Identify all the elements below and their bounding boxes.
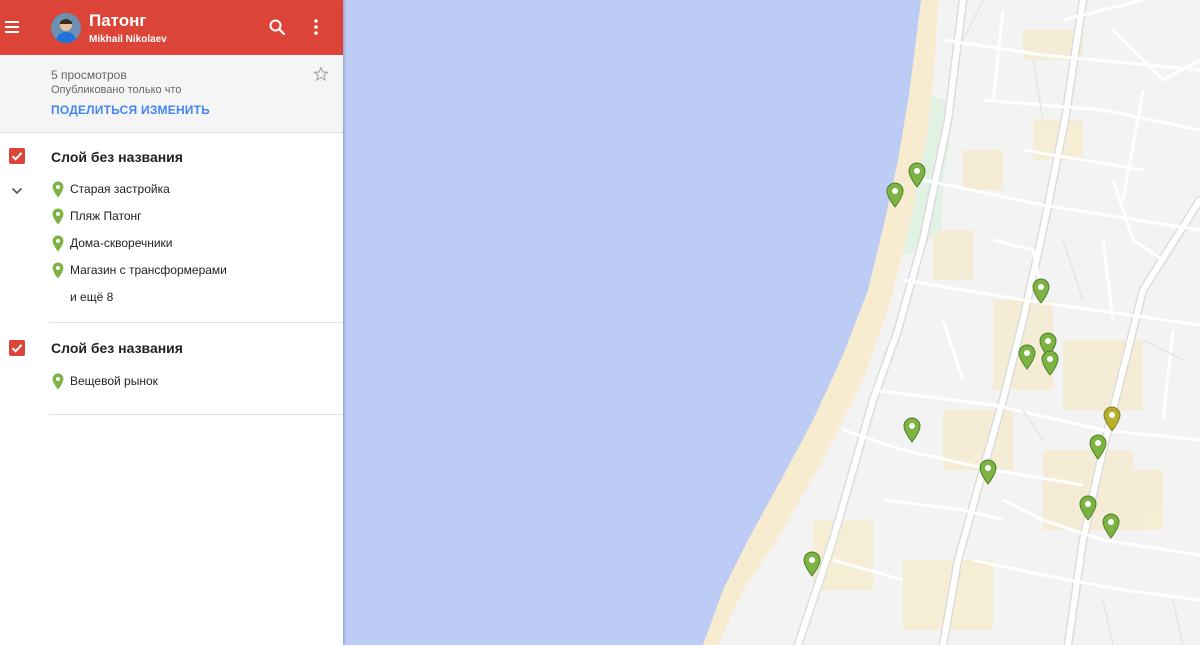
hamburger-menu-icon — [5, 21, 19, 33]
layer-1-checkbox[interactable] — [9, 148, 25, 164]
avatar[interactable] — [51, 13, 81, 43]
star-button[interactable] — [313, 66, 329, 82]
map-pin-icon — [52, 235, 64, 251]
more-vert-icon — [314, 19, 318, 35]
checkbox-checked-icon — [11, 152, 23, 161]
map-info: 5 просмотров Опубликовано только что ПОД… — [0, 55, 343, 133]
publish-status: Опубликовано только что — [51, 84, 182, 96]
map-pin-icon — [979, 459, 997, 485]
map-pin-icon — [1102, 513, 1120, 539]
map-pin-icon — [52, 181, 64, 197]
map-pin-icon — [803, 551, 821, 577]
checkbox-checked-icon — [11, 344, 23, 353]
map-pin-marker[interactable] — [908, 162, 926, 188]
map-pin-icon — [1103, 406, 1121, 432]
user-avatar-icon — [51, 13, 81, 43]
chevron-down-icon — [11, 187, 23, 195]
more-features-link[interactable]: и ещё 8 — [70, 290, 113, 304]
map-pin-marker[interactable] — [1018, 344, 1036, 370]
map-pin-icon — [886, 182, 904, 208]
view-count: 5 просмотров — [51, 68, 127, 82]
feature-label: Дома-скворечники — [70, 236, 173, 250]
star-outline-icon — [313, 66, 329, 82]
layer-2-feature-item[interactable]: Вещевой рынок — [52, 372, 158, 390]
layer-2-checkbox[interactable] — [9, 340, 25, 356]
layer-1-collapse-button[interactable] — [11, 184, 23, 196]
map-pin-marker[interactable] — [1102, 513, 1120, 539]
map-pin-marker[interactable] — [1089, 434, 1107, 460]
search-icon — [269, 19, 286, 36]
feature-label: Пляж Патонг — [70, 209, 142, 223]
map-pin-marker[interactable] — [979, 459, 997, 485]
edit-button[interactable]: ИЗМЕНИТЬ — [141, 103, 210, 117]
map-pin-icon — [903, 417, 921, 443]
layer-divider — [49, 414, 343, 415]
map-pin-icon — [1041, 350, 1059, 376]
map-pin-icon — [1018, 344, 1036, 370]
map-pin-marker[interactable] — [903, 417, 921, 443]
map-pin-icon — [1089, 434, 1107, 460]
map-pin-icon — [908, 162, 926, 188]
map-pin-icon — [1032, 278, 1050, 304]
map-pin-marker[interactable] — [803, 551, 821, 577]
map-pin-icon — [52, 208, 64, 224]
share-button[interactable]: ПОДЕЛИТЬСЯ — [51, 103, 137, 117]
map-pin-icon — [52, 373, 64, 389]
feature-label: Вещевой рынок — [70, 374, 158, 388]
search-button[interactable] — [266, 16, 288, 38]
map-pin-marker[interactable] — [1032, 278, 1050, 304]
panel-header: Патонг Mikhail Nikolaev — [0, 0, 343, 55]
more-options-button[interactable] — [306, 16, 326, 38]
menu-button[interactable] — [0, 14, 24, 40]
layer-2-title[interactable]: Слой без названия — [51, 340, 183, 356]
map-basemap — [343, 0, 1200, 645]
layer-1-title[interactable]: Слой без названия — [51, 149, 183, 165]
feature-label: Старая застройка — [70, 182, 170, 196]
layer-1-feature-item[interactable]: Дома-скворечники — [52, 234, 173, 252]
map-canvas[interactable] — [343, 0, 1200, 645]
map-pin-marker[interactable] — [1079, 495, 1097, 521]
layer-1-feature-item[interactable]: Пляж Патонг — [52, 207, 142, 225]
map-pin-marker[interactable] — [886, 182, 904, 208]
map-pin-marker[interactable] — [1041, 350, 1059, 376]
map-pin-icon — [52, 262, 64, 278]
feature-label: Магазин с трансформерами — [70, 263, 227, 277]
map-pin-icon — [1079, 495, 1097, 521]
map-owner: Mikhail Nikolaev — [89, 34, 167, 45]
layer-1-feature-item[interactable]: Старая застройка — [52, 180, 170, 198]
layer-divider — [49, 322, 343, 323]
map-pin-marker[interactable] — [1103, 406, 1121, 432]
map-legend-panel: Патонг Mikhail Nikolaev 5 просмотров Опу… — [0, 0, 343, 645]
map-title: Патонг — [89, 11, 147, 30]
layer-1-feature-item[interactable]: Магазин с трансформерами — [52, 261, 227, 279]
